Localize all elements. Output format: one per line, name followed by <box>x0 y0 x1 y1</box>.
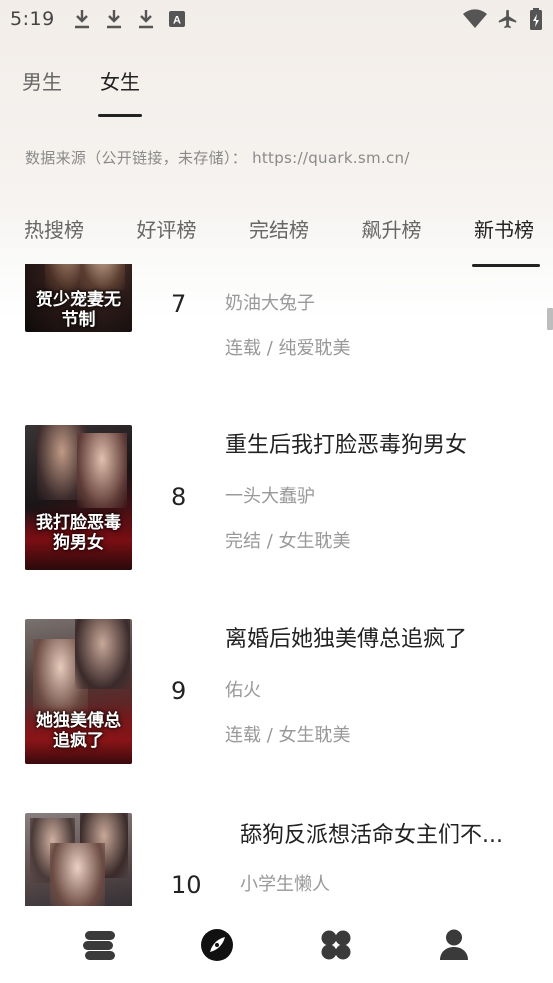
tab-male[interactable]: 男生 <box>22 66 62 117</box>
wifi-icon <box>463 9 487 28</box>
notification-icons: A <box>73 9 185 29</box>
book-meta: 连载 / 纯爱耽美 <box>225 338 351 359</box>
status-time: 5:19 <box>10 8 55 30</box>
category-icon <box>321 930 351 959</box>
app-badge-icon: A <box>168 11 185 27</box>
cover-title: 贺少宠妻无节制 <box>36 290 121 330</box>
book-title: 舔狗反派想活命女主们不... <box>240 823 503 848</box>
nav-profile[interactable] <box>424 915 484 975</box>
tab-completed[interactable]: 完结榜 <box>249 214 309 267</box>
cover-title: 她独美傅总追疯了 <box>36 711 121 751</box>
scrollbar-thumb[interactable] <box>547 308 553 330</box>
svg-text:A: A <box>173 15 181 27</box>
nav-category[interactable] <box>306 915 366 975</box>
tab-female[interactable]: 女生 <box>98 66 142 117</box>
profile-icon <box>439 929 468 960</box>
tab-rising[interactable]: 飙升榜 <box>362 214 422 267</box>
book-rank: 7 <box>171 290 187 318</box>
bottom-nav <box>0 906 553 983</box>
data-source-text: 数据来源（公开链接，未存储）： https://quark.sm.cn/ <box>25 149 410 167</box>
nav-discover[interactable] <box>187 915 247 975</box>
book-cover: 她独美傅总追疯了 <box>25 619 132 764</box>
nav-bookshelf[interactable] <box>69 915 129 975</box>
tab-top-rated[interactable]: 好评榜 <box>137 214 197 267</box>
cover-title: 我打脸恶毒狗男女 <box>36 513 121 553</box>
ranking-tabs: 热搜榜 好评榜 完结榜 飙升榜 新书榜 <box>24 214 540 267</box>
book-author: 奶油大兔子 <box>225 293 315 314</box>
book-title: 重生后我打脸恶毒狗男女 <box>225 433 468 458</box>
book-author: 小学生懒人 <box>240 874 330 895</box>
book-item[interactable]: 舔狗反派想活命女主们不... 10 小学生懒人 <box>0 813 553 906</box>
system-icons <box>463 8 543 30</box>
book-author: 一头大蠢驴 <box>225 486 315 507</box>
book-list[interactable]: 贺少宠妻无节制 7 奶油大兔子 连载 / 纯爱耽美 我打脸恶毒狗男女 重生后我打… <box>0 264 553 906</box>
book-item[interactable]: 我打脸恶毒狗男女 重生后我打脸恶毒狗男女 8 一头大蠢驴 完结 / 女生耽美 <box>0 425 553 575</box>
book-item[interactable]: 她独美傅总追疯了 离婚后她独美傅总追疯了 9 佑火 连载 / 女生耽美 <box>0 619 553 769</box>
book-cover: 我打脸恶毒狗男女 <box>25 425 132 570</box>
book-title: 离婚后她独美傅总追疯了 <box>225 627 468 652</box>
book-cover: 贺少宠妻无节制 <box>25 264 132 332</box>
gender-tabs: 男生 女生 <box>22 66 142 117</box>
book-item[interactable]: 贺少宠妻无节制 7 奶油大兔子 连载 / 纯爱耽美 <box>0 264 553 380</box>
status-bar: 5:19 A <box>0 0 553 38</box>
bookshelf-icon <box>83 930 116 960</box>
airplane-icon <box>498 9 517 29</box>
download-icon <box>74 10 89 29</box>
download-icon <box>106 10 121 29</box>
tab-hot-search[interactable]: 热搜榜 <box>24 214 84 267</box>
battery-icon <box>530 8 542 30</box>
book-meta: 连载 / 女生耽美 <box>225 725 351 746</box>
book-rank: 9 <box>171 677 187 705</box>
tab-new-books[interactable]: 新书榜 <box>472 214 540 267</box>
book-meta: 完结 / 女生耽美 <box>225 531 351 552</box>
download-icon <box>138 10 153 29</box>
compass-icon <box>201 928 234 961</box>
book-cover <box>25 813 132 906</box>
book-author: 佑火 <box>225 680 261 701</box>
book-rank: 10 <box>171 871 202 899</box>
book-rank: 8 <box>171 483 187 511</box>
